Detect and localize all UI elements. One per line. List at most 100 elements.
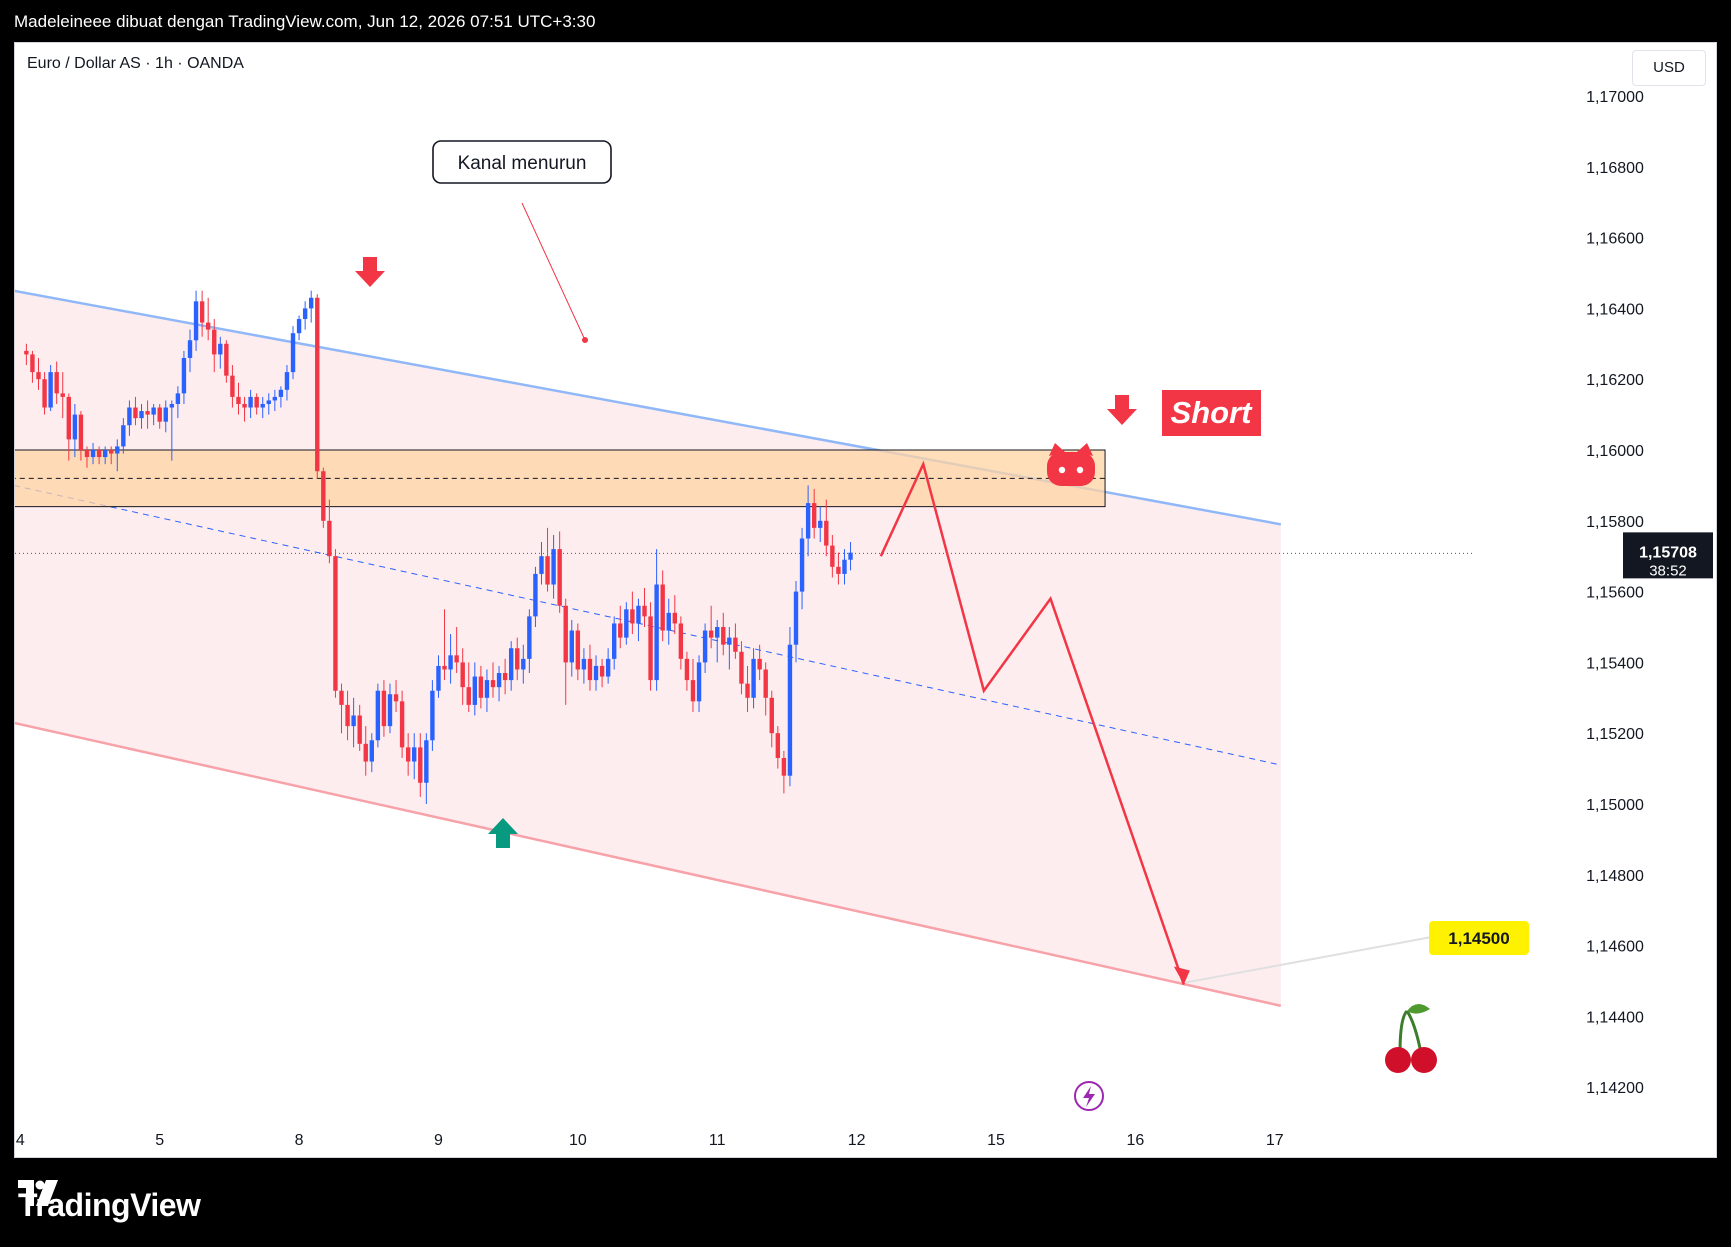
candle-body	[363, 743, 368, 762]
candle-body	[260, 403, 265, 408]
candle-body	[163, 407, 168, 422]
x-tick-label: 8	[295, 1132, 304, 1149]
candle-body	[539, 556, 544, 574]
candle-body	[551, 549, 556, 585]
sell-arrow-icon	[355, 257, 385, 287]
candle-body	[212, 329, 217, 355]
candle-body	[533, 573, 538, 617]
candle-body	[593, 665, 599, 681]
candle-body	[284, 372, 290, 390]
candle-body	[842, 559, 847, 574]
candle-body	[224, 343, 229, 376]
candle-body	[266, 400, 271, 404]
candle-body	[36, 372, 41, 380]
y-tick-label: 1,14600	[1586, 939, 1644, 956]
candle-body	[127, 407, 132, 426]
candle-body	[563, 605, 568, 663]
candle-body	[115, 446, 120, 454]
candle-body	[430, 690, 435, 741]
candle-body	[793, 591, 799, 645]
candle-body	[830, 545, 835, 567]
candle-body	[90, 450, 96, 458]
candle-body	[836, 566, 841, 574]
candle	[309, 290, 314, 323]
y-tick-label: 1,16000	[1586, 443, 1644, 460]
candle-body	[48, 372, 53, 408]
y-tick-label: 1,16200	[1586, 372, 1644, 389]
y-tick-label: 1,14800	[1586, 868, 1644, 885]
candle-body	[666, 612, 671, 631]
candle-body	[605, 658, 611, 677]
candlestick-chart[interactable]: Kanal menurun Short 1,14500 1,17000 1,16800 1…	[15, 43, 1716, 1157]
candle-body	[715, 627, 720, 638]
candle-body	[672, 612, 677, 624]
candle-body	[151, 407, 156, 415]
candle-body	[763, 669, 768, 698]
y-tick-label: 1,17000	[1586, 89, 1644, 106]
candle-body	[745, 683, 750, 698]
candle-body	[575, 630, 581, 670]
candle	[290, 326, 296, 380]
candle-body	[484, 680, 490, 698]
callout-leader	[521, 202, 586, 341]
candle-body	[54, 372, 59, 394]
candle-body	[309, 297, 314, 309]
x-tick-label: 12	[848, 1132, 866, 1149]
candle-body	[66, 396, 71, 440]
target-label: 1,14500	[1448, 929, 1509, 948]
candle-body	[624, 609, 629, 638]
x-tick-label: 11	[709, 1132, 726, 1149]
candle-body	[424, 740, 429, 783]
candle-body	[775, 733, 781, 758]
tradingview-logo-icon	[18, 1180, 58, 1206]
currency-button[interactable]: USD	[1632, 50, 1706, 86]
chart-panel[interactable]: Kanal menurun Short 1,14500 1,17000 1,16800 1…	[14, 42, 1717, 1158]
x-tick-label: 15	[987, 1132, 1005, 1149]
candle-body	[587, 658, 593, 681]
candle-body	[781, 757, 787, 776]
candle-body	[102, 450, 108, 458]
candle-body	[169, 403, 175, 408]
candle-body	[642, 605, 647, 617]
candle-body	[727, 637, 732, 645]
candle-body	[205, 322, 211, 330]
countdown-label: 38:52	[1649, 562, 1687, 579]
channel-fill	[15, 291, 1281, 1006]
candle-body	[490, 680, 496, 688]
candle-body	[412, 747, 417, 762]
candle-body	[230, 375, 235, 397]
candle-body	[818, 520, 823, 528]
candle-body	[648, 616, 653, 681]
candle-body	[848, 552, 853, 560]
candle-body	[187, 340, 193, 358]
candle-body	[296, 319, 302, 334]
candle-body	[290, 333, 296, 373]
x-tick-label: 5	[155, 1132, 164, 1149]
x-tick-label: 17	[1266, 1132, 1284, 1149]
candle-body	[357, 715, 362, 744]
footer-logo[interactable]: TradingView	[18, 1180, 201, 1230]
candle-body	[369, 740, 374, 762]
candle-body	[236, 396, 241, 404]
y-tick-label: 1,14200	[1586, 1080, 1644, 1097]
sell-arrow-icon	[1107, 395, 1137, 425]
candle-body	[502, 673, 508, 681]
candle-body	[145, 411, 150, 415]
mascot-icon	[1047, 443, 1095, 486]
candle-body	[739, 651, 744, 684]
candle-body	[399, 701, 405, 748]
candle-body	[387, 694, 393, 727]
candle-body	[193, 301, 199, 341]
candle-body	[751, 658, 756, 698]
candle-body	[24, 350, 29, 355]
candle-body	[96, 450, 102, 458]
candle-body	[757, 658, 762, 670]
candle-body	[418, 747, 423, 783]
y-tick-label: 1,16800	[1586, 160, 1644, 177]
candle-body	[696, 662, 702, 702]
cherry-icon	[1385, 1003, 1437, 1073]
candle-body	[569, 630, 574, 663]
candle-body	[242, 403, 247, 408]
candle	[302, 301, 308, 330]
candle-body	[109, 450, 114, 454]
